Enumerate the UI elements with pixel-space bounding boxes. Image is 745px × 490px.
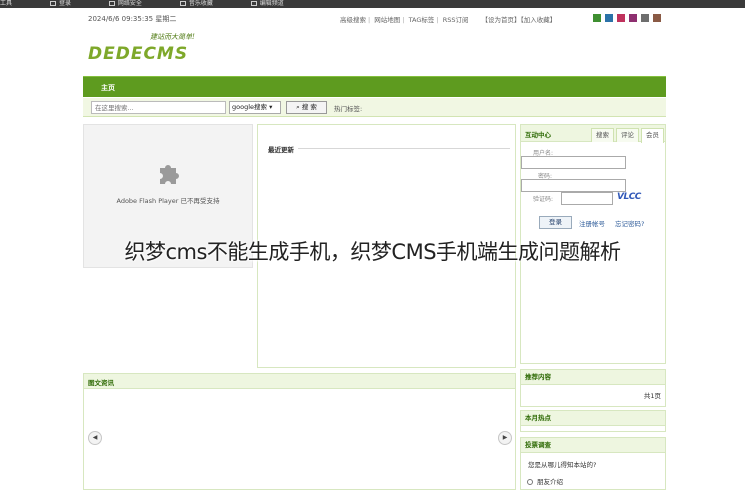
nav-item-home[interactable]: 主页 xyxy=(101,83,115,93)
next-arrow-icon[interactable]: ▶ xyxy=(498,431,512,445)
theme-color-swatch[interactable] xyxy=(641,14,649,22)
browser-bookmark-bar: 工具 登录 网络安全 音乐收藏 编辑频道 xyxy=(0,0,745,8)
theme-color-swatch[interactable] xyxy=(653,14,661,22)
hot-tags-label: 热门标签: xyxy=(334,105,363,113)
tab-member[interactable]: 会员 xyxy=(641,128,664,143)
homepage-favorite-links[interactable]: 【设为首页】【加入收藏】 xyxy=(482,16,557,24)
latest-updates-title: 最近更新 xyxy=(268,146,294,154)
prev-arrow-icon[interactable]: ◀ xyxy=(88,431,102,445)
recommended-title: 推荐内容 xyxy=(521,370,665,385)
main-nav: 主页 xyxy=(83,76,666,97)
bookmark-item[interactable]: 登录 xyxy=(49,0,89,7)
picture-news-header: 图文资讯 xyxy=(84,374,515,389)
vcode-field[interactable] xyxy=(561,192,613,205)
vcode-label: 验证码: xyxy=(533,196,554,203)
top-links: 高级搜索 | 网站地图 | TAG标签 | RSS订阅 【设为首页】【加入收藏】 xyxy=(340,16,557,24)
search-engine-select[interactable]: google搜索 ▾ xyxy=(229,101,281,114)
survey-panel: 投票调查 您是从哪儿得知本站的? 朋友介绍 xyxy=(520,437,666,490)
interaction-center-title: 互动中心 xyxy=(525,131,551,139)
page-count: 共1页 xyxy=(643,392,661,400)
vcode-image[interactable]: VLCC xyxy=(617,192,651,205)
hot-month-panel: 本月热点 xyxy=(520,410,666,432)
logo-slogan: 建站而大简单! xyxy=(150,33,195,41)
bookmark-item[interactable]: 工具 xyxy=(0,0,30,7)
rss-link[interactable]: RSS订阅 xyxy=(443,16,469,24)
tag-link[interactable]: TAG标签 xyxy=(409,16,435,24)
sitemap-link[interactable]: 网站地图 xyxy=(374,16,400,24)
bookmark-item[interactable]: 网络安全 xyxy=(108,0,160,7)
interaction-center-header: 互动中心 搜索 评论 会员 xyxy=(521,125,665,143)
advanced-search-link[interactable]: 高级搜索 xyxy=(340,16,366,24)
theme-color-swatch[interactable] xyxy=(629,14,637,22)
theme-color-swatch[interactable] xyxy=(593,14,601,22)
search-icon: ⌕ xyxy=(296,103,300,111)
plugin-icon xyxy=(160,165,179,184)
survey-title: 投票调查 xyxy=(521,438,665,453)
overlay-caption: 织梦cms不能生成手机，织梦CMS手机端生成问题解析 xyxy=(124,240,621,264)
search-bar: google搜索 ▾ ⌕ 搜 索 热门标签: xyxy=(83,98,666,117)
picture-news-panel: 图文资讯 ◀ ▶ xyxy=(83,373,516,490)
current-datetime: 2024/6/6 09:35:35 星期二 xyxy=(88,15,177,23)
register-link[interactable]: 注册帐号 xyxy=(579,218,605,228)
folder-icon xyxy=(49,1,56,6)
tab-search[interactable]: 搜索 xyxy=(591,128,614,142)
logo-text: DEDECMS xyxy=(88,44,189,64)
password-field[interactable] xyxy=(521,179,626,192)
radio-icon[interactable] xyxy=(527,479,533,485)
bookmark-item[interactable]: 编辑频道 xyxy=(250,0,302,7)
divider xyxy=(298,148,510,149)
bookmark-item[interactable]: 音乐收藏 xyxy=(179,0,231,7)
survey-option[interactable]: 朋友介绍 xyxy=(527,476,563,486)
site-logo[interactable]: 建站而大简单! DEDECMS xyxy=(88,32,248,72)
search-button[interactable]: ⌕ 搜 索 xyxy=(286,101,327,114)
tab-comments[interactable]: 评论 xyxy=(616,128,639,142)
login-button[interactable]: 登录 xyxy=(539,216,572,229)
folder-icon xyxy=(250,1,257,6)
search-input[interactable] xyxy=(91,101,226,114)
theme-color-swatch[interactable] xyxy=(617,14,625,22)
forgot-password-link[interactable]: 忘记密码? xyxy=(615,218,644,228)
flash-unsupported-message: Adobe Flash Player 已不再受支持 xyxy=(116,197,220,205)
survey-question: 您是从哪儿得知本站的? xyxy=(528,461,597,469)
folder-icon xyxy=(108,1,115,6)
picture-news-title: 图文资讯 xyxy=(88,379,114,387)
recommended-panel: 推荐内容 共1页 xyxy=(520,369,666,407)
username-field[interactable] xyxy=(521,156,626,169)
theme-color-swatch[interactable] xyxy=(605,14,613,22)
hot-month-title: 本月热点 xyxy=(521,411,665,426)
top-bar: 2024/6/6 09:35:35 星期二 高级搜索 | 网站地图 | TAG标签 |… xyxy=(84,12,666,26)
folder-icon xyxy=(179,1,186,6)
